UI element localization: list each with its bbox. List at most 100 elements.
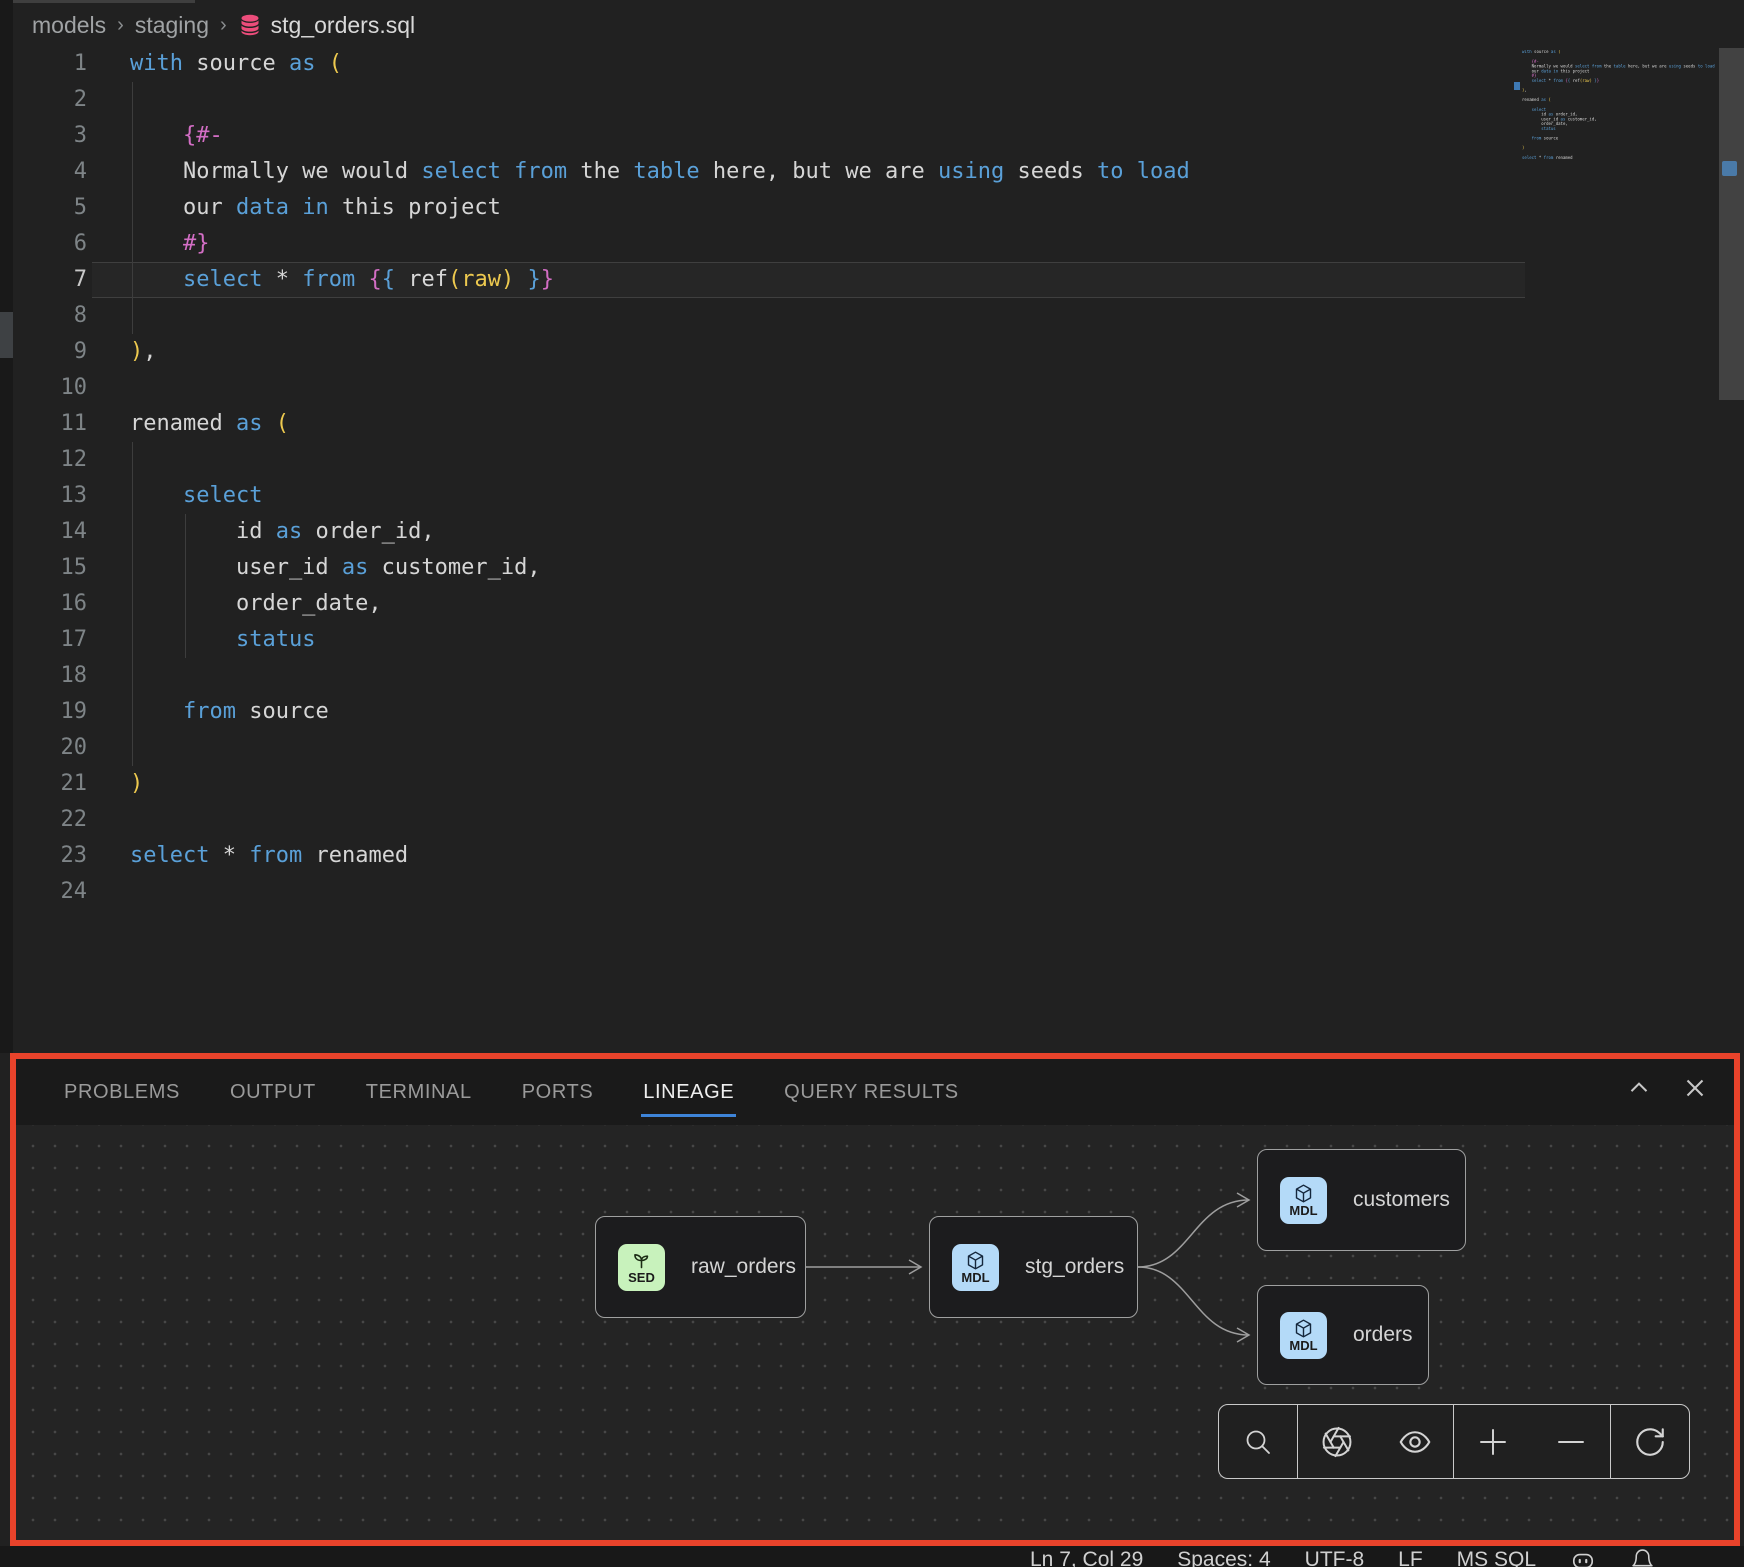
code-line-9[interactable]: ), <box>130 334 1714 370</box>
code-line-23[interactable]: select * from renamed <box>130 838 1714 874</box>
code-token: user_id <box>1522 117 1561 121</box>
breadcrumb-models[interactable]: models <box>32 12 106 39</box>
line-number[interactable]: 23 <box>13 838 101 874</box>
code-line-18[interactable] <box>130 658 1714 694</box>
code-token <box>130 231 183 256</box>
code-line-21[interactable]: ) <box>130 766 1714 802</box>
line-number[interactable]: 7 <box>13 262 101 298</box>
left-strip-thumb[interactable] <box>0 312 13 358</box>
bell-button[interactable] <box>1630 1548 1655 1567</box>
code-line-5[interactable]: our data in this project <box>130 190 1714 226</box>
refresh-button[interactable] <box>1611 1405 1689 1478</box>
minimap-modified-marker <box>1514 82 1520 90</box>
line-number[interactable]: 2 <box>13 82 101 118</box>
code-editor[interactable]: 123456789101112131415161718192021222324 … <box>13 46 1744 946</box>
line-number[interactable]: 19 <box>13 694 101 730</box>
zoom-in-icon <box>1475 1424 1511 1460</box>
code-line-1[interactable]: with source as ( <box>130 46 1714 82</box>
code-line-13[interactable]: select <box>130 478 1714 514</box>
code-token: with <box>130 51 183 76</box>
eye-icon <box>1397 1424 1433 1460</box>
line-number[interactable]: 5 <box>13 190 101 226</box>
search-button[interactable] <box>1219 1405 1298 1478</box>
code-line-7[interactable]: select * from {{ ref(raw) }} <box>130 262 1714 298</box>
line-number[interactable]: 1 <box>13 46 101 82</box>
zoom-in-button[interactable] <box>1454 1405 1532 1478</box>
lineage-node-stg_orders[interactable]: MDLstg_orders <box>929 1216 1138 1318</box>
line-number[interactable]: 13 <box>13 478 101 514</box>
status-ms-sql[interactable]: MS SQL <box>1457 1548 1536 1567</box>
code-line-17[interactable]: status <box>130 622 1714 658</box>
close-icon[interactable] <box>1680 1073 1710 1103</box>
code-line-4[interactable]: Normally we would select from the table … <box>130 154 1714 190</box>
line-number[interactable]: 10 <box>13 370 101 406</box>
code-token <box>1522 60 1532 64</box>
status-lf[interactable]: LF <box>1398 1548 1423 1567</box>
line-number[interactable]: 6 <box>13 226 101 262</box>
line-number[interactable]: 3 <box>13 118 101 154</box>
status-utf-8[interactable]: UTF-8 <box>1305 1548 1365 1567</box>
code-line-3[interactable]: {#- <box>130 118 1714 154</box>
code-line-20[interactable] <box>130 730 1714 766</box>
code-line-12[interactable] <box>130 442 1714 478</box>
lineage-graph[interactable]: SEDraw_orders MDLstg_orders MDLcustomers MD… <box>16 1125 1734 1540</box>
code-token: * <box>1536 156 1543 160</box>
line-number[interactable]: 16 <box>13 586 101 622</box>
editor-scrollbar[interactable] <box>1719 48 1744 400</box>
code-line-24[interactable] <box>130 874 1714 910</box>
zoom-out-button[interactable] <box>1532 1405 1611 1478</box>
line-number[interactable]: 17 <box>13 622 101 658</box>
breadcrumb-staging[interactable]: staging <box>135 12 209 39</box>
aperture-button[interactable] <box>1298 1405 1376 1478</box>
tab-output[interactable]: OUTPUT <box>230 1081 316 1104</box>
code-line-10[interactable] <box>130 370 1714 406</box>
copilot-button[interactable] <box>1570 1547 1596 1567</box>
tab-problems[interactable]: PROBLEMS <box>64 1081 180 1104</box>
line-number[interactable]: 12 <box>13 442 101 478</box>
code-line-8[interactable] <box>130 298 1714 334</box>
eye-button[interactable] <box>1376 1405 1455 1478</box>
line-number[interactable]: 4 <box>13 154 101 190</box>
code-line-2[interactable] <box>130 82 1714 118</box>
code-token: with <box>1522 50 1532 54</box>
code-line-11[interactable]: renamed as ( <box>130 406 1714 442</box>
line-number[interactable]: 21 <box>13 766 101 802</box>
lineage-node-orders[interactable]: MDLorders <box>1257 1285 1429 1385</box>
minimap[interactable]: with source as ( {#- Normally we would s… <box>1522 50 1718 370</box>
code-line-6[interactable]: #} <box>130 226 1714 262</box>
line-number[interactable]: 22 <box>13 802 101 838</box>
line-number[interactable]: 15 <box>13 550 101 586</box>
lineage-node-raw_orders[interactable]: SEDraw_orders <box>595 1216 806 1318</box>
tab-lineage[interactable]: LINEAGE <box>643 1081 734 1104</box>
code-line-14[interactable]: id as order_id, <box>130 514 1714 550</box>
status-spaces-4[interactable]: Spaces: 4 <box>1177 1548 1270 1567</box>
code-token: source <box>1541 136 1558 140</box>
line-number[interactable]: 14 <box>13 514 101 550</box>
lineage-node-customers[interactable]: MDLcustomers <box>1257 1149 1466 1251</box>
line-number[interactable]: 8 <box>13 298 101 334</box>
code-line-16[interactable]: order_date, <box>130 586 1714 622</box>
tab-terminal[interactable]: TERMINAL <box>366 1081 472 1104</box>
code-token: load <box>1705 64 1715 68</box>
editor-gutter[interactable]: 123456789101112131415161718192021222324 <box>13 46 101 910</box>
line-number[interactable]: 24 <box>13 874 101 910</box>
line-number[interactable]: 18 <box>13 658 101 694</box>
tab-query-results[interactable]: QUERY RESULTS <box>784 1081 959 1104</box>
tab-ports[interactable]: PORTS <box>522 1081 594 1104</box>
code-token: table <box>633 159 699 184</box>
status-ln-7-col-29[interactable]: Ln 7, Col 29 <box>1030 1548 1143 1567</box>
code-token: id <box>1522 112 1548 116</box>
line-number[interactable]: 11 <box>13 406 101 442</box>
breadcrumb-file[interactable]: stg_orders.sql <box>238 12 415 39</box>
line-number[interactable]: 9 <box>13 334 101 370</box>
code-line-22[interactable] <box>130 802 1714 838</box>
code-token: raw <box>461 267 501 292</box>
code-token <box>355 267 368 292</box>
code-line-15[interactable]: user_id as customer_id, <box>130 550 1714 586</box>
code-token: select <box>1522 156 1536 160</box>
code-token: here, but we are <box>700 159 938 184</box>
line-number[interactable]: 20 <box>13 730 101 766</box>
code-area[interactable]: with source as ( {#- Normally we would s… <box>130 46 1714 910</box>
chevron-up-icon[interactable] <box>1624 1073 1654 1103</box>
code-line-19[interactable]: from source <box>130 694 1714 730</box>
